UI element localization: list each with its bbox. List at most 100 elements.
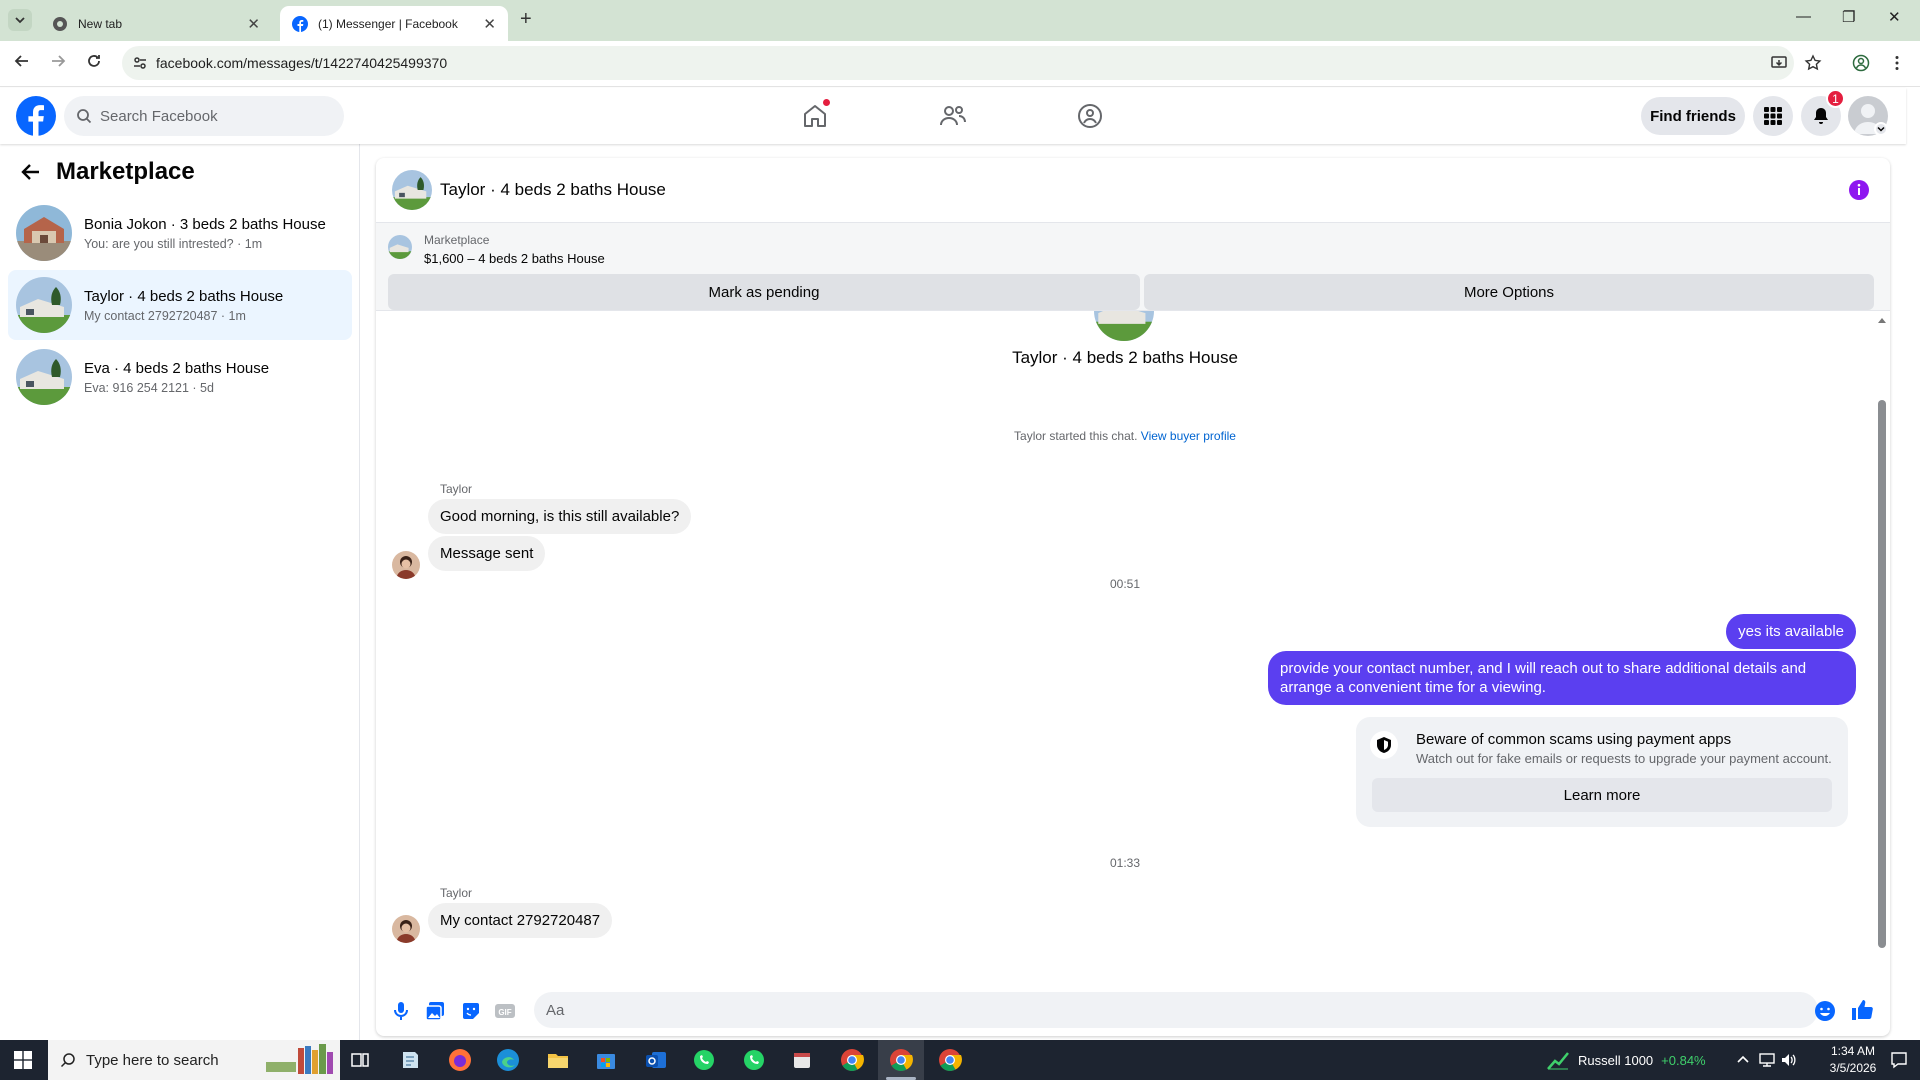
marketplace-sidebar: Marketplace Bonia Jokon · 3 beds 2 baths… [0, 144, 360, 1040]
install-app-icon[interactable] [1770, 54, 1788, 72]
shield-icon [1370, 731, 1398, 759]
forward-icon[interactable] [50, 53, 66, 69]
search-icon [77, 109, 92, 124]
microsoft-store-app-icon[interactable] [592, 1046, 620, 1074]
browser-menu-icon[interactable] [1888, 54, 1906, 72]
browser-tab-new-tab[interactable]: New tab ✕ [40, 6, 272, 41]
message-input[interactable] [534, 992, 1818, 1028]
groups-icon[interactable] [1075, 101, 1105, 131]
home-notification-dot [822, 98, 831, 107]
friends-icon[interactable] [938, 101, 968, 131]
gif-icon[interactable]: GIF [494, 1000, 516, 1022]
whatsapp-app-icon[interactable] [690, 1046, 718, 1074]
conversation-preview: My contact 2792720487 · 1m [84, 308, 246, 323]
apps-grid-icon [1764, 107, 1782, 125]
volume-icon[interactable] [1780, 1052, 1798, 1068]
close-tab-icon[interactable]: ✕ [247, 15, 260, 33]
reload-icon[interactable] [86, 53, 102, 69]
sender-avatar[interactable] [392, 551, 420, 579]
microphone-icon[interactable] [390, 1000, 412, 1022]
chrome-app-icon[interactable] [936, 1046, 964, 1074]
generic-app-icon[interactable] [788, 1046, 816, 1074]
windows-start-icon[interactable] [14, 1051, 32, 1069]
notepad-app-icon[interactable] [396, 1046, 424, 1074]
conversation-item-active[interactable]: Taylor · 4 beds 2 baths House My contact… [8, 270, 352, 340]
back-icon[interactable] [14, 53, 30, 69]
clock-date: 3/5/2026 [1829, 1061, 1877, 1075]
site-settings-icon[interactable] [132, 55, 148, 71]
info-icon[interactable] [1848, 179, 1870, 201]
account-chevron-icon[interactable] [1874, 122, 1888, 136]
timestamp: 01:33 [1109, 856, 1141, 870]
listing-price-title[interactable]: $1,600 – 4 beds 2 baths House [424, 251, 605, 266]
view-buyer-profile-link[interactable]: View buyer profile [1141, 429, 1236, 443]
firefox-app-icon[interactable] [446, 1046, 474, 1074]
timestamp: 00:51 [1109, 577, 1141, 591]
chat-started-notice: Taylor started this chat. View buyer pro… [376, 429, 1874, 443]
photo-icon[interactable] [424, 1000, 446, 1022]
back-arrow-icon[interactable] [20, 161, 42, 183]
mark-as-pending-button[interactable]: Mark as pending [388, 274, 1140, 310]
tab-search-button[interactable] [8, 9, 32, 31]
scrollbar-thumb[interactable] [1878, 400, 1886, 948]
conversation-item[interactable]: Bonia Jokon · 3 beds 2 baths House You: … [8, 198, 352, 268]
bookmark-star-icon[interactable] [1804, 54, 1822, 72]
restore-icon[interactable]: ❐ [1842, 8, 1855, 26]
sidebar-header: Marketplace [20, 158, 195, 186]
marketplace-listing-bar: Marketplace $1,600 – 4 beds 2 baths Hous… [376, 223, 1890, 311]
conversation-item[interactable]: Eva · 4 beds 2 baths House Eva: 916 254 … [8, 342, 352, 412]
emoji-icon[interactable] [1814, 1000, 1836, 1022]
outgoing-message[interactable]: provide your contact number, and I will … [1268, 651, 1856, 705]
taskbar-clock[interactable]: 1:34 AM 3/5/2026 [1818, 1043, 1888, 1077]
sender-avatar[interactable] [392, 915, 420, 943]
file-explorer-app-icon[interactable] [544, 1046, 572, 1074]
incoming-message[interactable]: Good morning, is this still available? [428, 499, 692, 534]
close-window-icon[interactable]: ✕ [1888, 8, 1901, 26]
facebook-header: Find friends 1 [0, 88, 1906, 144]
incoming-message[interactable]: Message sent [428, 536, 546, 571]
conversation-name: Taylor · 4 beds 2 baths House [84, 287, 284, 305]
stock-change: +0.84% [1661, 1052, 1706, 1068]
url-text[interactable]: facebook.com/messages/t/1422740425499370 [156, 55, 447, 71]
chat-listing-thumbnail[interactable] [392, 170, 432, 210]
listing-avatar-large [1094, 311, 1154, 341]
outlook-app-icon[interactable] [642, 1046, 670, 1074]
sidebar-title: Marketplace [56, 158, 195, 185]
more-options-button[interactable]: More Options [1144, 274, 1874, 310]
profile-icon[interactable] [1852, 54, 1870, 72]
close-tab-icon[interactable]: ✕ [483, 15, 496, 33]
outgoing-message[interactable]: yes its available [1726, 614, 1856, 649]
browser-tab-bar: New tab ✕ (1) Messenger | Facebook ✕ + —… [0, 0, 1920, 41]
facebook-search-box[interactable] [64, 96, 344, 136]
incoming-message[interactable]: My contact 2792720487 [428, 903, 613, 938]
conversation-preview: You: are you still intrested? · 1m [84, 236, 263, 251]
taskbar-search-box[interactable]: Type here to search [48, 1040, 340, 1080]
new-tab-icon[interactable]: + [520, 8, 532, 31]
bell-icon [1814, 108, 1828, 124]
stock-widget[interactable]: Russell 1000 +0.84% [1546, 1040, 1706, 1080]
scam-warning-card: Beware of common scams using payment app… [1356, 717, 1848, 827]
network-icon[interactable] [1758, 1052, 1776, 1068]
listing-thumbnail [16, 205, 72, 261]
scroll-up-icon[interactable] [1877, 316, 1887, 324]
chrome-app-icon-active[interactable] [887, 1046, 915, 1074]
stock-chart-icon [1547, 1052, 1569, 1070]
notification-center-icon[interactable] [1890, 1051, 1908, 1069]
browser-tab-messenger[interactable]: (1) Messenger | Facebook ✕ [280, 6, 508, 41]
omnibox[interactable]: facebook.com/messages/t/1422740425499370 [122, 46, 1794, 80]
chat-title[interactable]: Taylor · 4 beds 2 baths House [440, 180, 666, 200]
chrome-app-icon[interactable] [838, 1046, 866, 1074]
minimize-icon[interactable]: — [1796, 8, 1811, 25]
show-hidden-icons-icon[interactable] [1736, 1054, 1750, 1064]
task-view-icon[interactable] [346, 1046, 374, 1074]
learn-more-button[interactable]: Learn more [1372, 778, 1832, 812]
facebook-logo-icon[interactable] [16, 96, 56, 136]
sender-name: Taylor [440, 886, 473, 900]
whatsapp-app-icon[interactable] [740, 1046, 768, 1074]
edge-app-icon[interactable] [494, 1046, 522, 1074]
menu-button[interactable] [1753, 96, 1793, 136]
thumbs-up-icon[interactable] [1850, 998, 1874, 1022]
sticker-icon[interactable] [460, 1000, 482, 1022]
facebook-search-input[interactable] [100, 107, 320, 125]
find-friends-button[interactable]: Find friends [1641, 97, 1745, 135]
